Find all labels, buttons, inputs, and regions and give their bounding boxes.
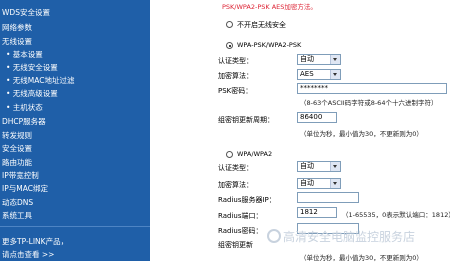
option-wpa-label: WPA/WPA2 [237,150,273,158]
sidebar-item-basic[interactable]: • 基本设置 [6,49,156,61]
watermark-text: 高清安全电脑监控服务店 [283,230,416,244]
encryption-2-label: 加密算法： [218,181,253,189]
chevron-down-icon [330,70,340,79]
radio-no-security[interactable] [226,21,233,28]
encryption-select[interactable]: AES [297,69,341,80]
group-key-renew-input[interactable]: 86400 [297,112,337,123]
sidebar-item-routing[interactable]: 路由功能 [2,157,152,169]
auth-type-select[interactable]: 自动 [297,54,341,65]
sidebar-item-system-tools[interactable]: 系统工具 [2,210,152,222]
sidebar-item-bandwidth[interactable]: IP带宽控制 [2,170,152,182]
sidebar-item-ddns[interactable]: 动态DNS [2,197,152,209]
radio-wpa-psk[interactable] [226,42,233,49]
main-panel: PSK/WPA2-PSK AES加密方法。 不开启无线安全 WPA-PSK/WP… [150,0,450,262]
sidebar-item-dhcp[interactable]: DHCP服务器 [2,116,152,128]
auth-type-value: 自动 [300,55,314,63]
chevron-down-icon [330,162,340,171]
encryption-label: 加密算法： [218,72,253,80]
psk-password-input[interactable]: ******** [297,83,447,94]
chevron-down-icon [330,179,340,188]
sidebar-item-mac-filter[interactable]: • 无线MAC地址过滤 [6,75,156,87]
radio-wpa[interactable] [226,151,233,158]
psk-password-note: （8-63个ASCII码字符或8-64个十六进制字符） [300,99,438,107]
group-key-renew-2-label: 组密钥更新 [218,241,253,249]
sidebar: WDS安全设置 网络参数 无线设置 • 基本设置 • 无线安全设置 • 无线MA… [0,0,150,261]
auth-type-2-select[interactable]: 自动 [297,161,341,172]
auth-type-2-value: 自动 [300,162,314,170]
sidebar-item-network[interactable]: 网络参数 [2,22,152,34]
auth-type-label: 认证类型： [218,57,253,65]
sidebar-footer-promo[interactable]: 更多TP-LINK产品， [2,236,152,248]
option-wpa-psk-label: WPA-PSK/WPA2-PSK [237,41,302,49]
auth-type-2-label: 认证类型： [218,164,253,172]
sidebar-item-forwarding[interactable]: 转发规则 [2,130,152,142]
chevron-down-icon [330,55,340,64]
sidebar-item-advanced[interactable]: • 无线高级设置 [6,88,156,100]
sidebar-item-wireless[interactable]: 无线设置 [2,36,152,48]
group-key-renew-label: 组密钥更新周期： [218,116,274,124]
radius-ip-input[interactable] [297,192,359,203]
radius-port-label: Radius端口： [218,212,263,220]
radius-port-note: （1-65535，0表示默认端口：1812） [342,211,450,219]
radius-port-input[interactable]: 1812 [297,207,337,218]
psk-password-label: PSK密码： [218,87,253,95]
sidebar-divider [0,226,150,227]
group-key-renew-note: （单位为秒，最小值为30，不更新则为0） [300,130,423,138]
sidebar-item-wds-security[interactable]: WDS安全设置 [2,7,152,19]
sidebar-item-wireless-security[interactable]: • 无线安全设置 [6,62,156,74]
sidebar-item-security[interactable]: 安全设置 [2,143,152,155]
sidebar-item-host-status[interactable]: • 主机状态 [6,102,156,114]
top-note: PSK/WPA2-PSK AES加密方法。 [222,3,317,11]
watermark-logo-icon [267,229,281,243]
sidebar-item-ip-mac-binding[interactable]: IP与MAC绑定 [2,183,152,195]
sidebar-footer-link[interactable]: 请点击查看 >> [2,249,152,261]
encryption-value: AES [300,70,314,78]
radius-password-label: Radius密码： [218,227,263,235]
encryption-2-select[interactable]: 自动 [297,178,341,189]
encryption-2-value: 自动 [300,179,314,187]
option-no-security-label: 不开启无线安全 [237,21,286,29]
radius-ip-label: Radius服务器IP： [218,196,276,204]
